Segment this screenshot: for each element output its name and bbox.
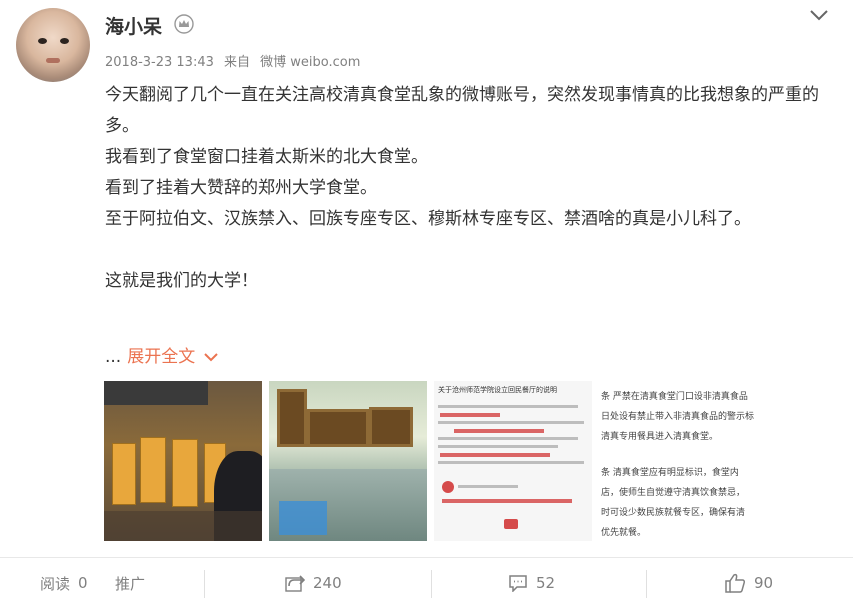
post-time[interactable]: 2018-3-23 13:43 — [105, 55, 214, 70]
post-paragraph: 今天翻阅了几个一直在关注高校清真食堂乱象的微博账号，突然发现事情真的比我想象的严… — [105, 85, 819, 136]
comment-button[interactable]: 52 — [508, 558, 555, 608]
photo-thumbnail[interactable]: 条 严禁在清真食堂门口设非清真食品 日处设有禁止带入非清真食品的警示标 清真专用… — [599, 381, 759, 541]
read-count: 阅读 0 — [40, 558, 88, 608]
photo-text-line: 店，使师生自觉遵守清真饮食禁忌， — [601, 488, 746, 498]
avatar[interactable] — [16, 8, 90, 82]
post-paragraph: 我看到了食堂窗口挂着太斯米的北大食堂。 — [105, 147, 428, 167]
expand-full-text-link[interactable]: 展开全文 — [127, 343, 195, 371]
expand-row: ... 展开全文 — [105, 343, 219, 371]
photo-thumbnail[interactable] — [269, 381, 427, 541]
repost-button[interactable]: 240 — [285, 558, 342, 608]
post-paragraph: 这就是我们的大学！ — [105, 271, 258, 291]
member-crown-icon[interactable] — [174, 14, 194, 34]
repost-count: 240 — [313, 574, 342, 592]
photo-text-line: 优先就餐。 — [601, 528, 647, 538]
repost-icon — [285, 575, 305, 592]
post-meta: 2018-3-23 13:43 来自 微博 weibo.com — [105, 51, 366, 70]
photo-text-line: 日处设有禁止带入非清真食品的警示标 — [601, 412, 755, 422]
chevron-down-icon[interactable] — [203, 351, 219, 363]
photo-text-line: 条 严禁在清真食堂门口设非清真食品 — [601, 392, 748, 402]
read-count-value: 0 — [78, 574, 88, 592]
like-button[interactable]: 90 — [724, 558, 773, 608]
footer-separator — [204, 570, 205, 598]
comment-count: 52 — [536, 574, 556, 592]
thumbs-up-icon — [725, 573, 746, 593]
action-bar: 阅读 0 推广 240 52 90 — [0, 558, 853, 608]
chevron-down-icon[interactable] — [809, 8, 829, 22]
photo-text-line: 清真专用餐具进入清真食堂。 — [601, 432, 719, 442]
photo-caption: 关于沧州师范学院设立回民餐厅的说明 — [438, 386, 557, 394]
post-from-label: 来自 — [224, 55, 251, 70]
username[interactable]: 海小呆 — [105, 12, 162, 39]
comment-icon — [509, 575, 527, 592]
photo-thumbnail[interactable] — [104, 381, 262, 541]
post-paragraph: 看到了挂着大赞辞的郑州大学食堂。 — [105, 178, 377, 198]
ellipsis: ... — [105, 347, 122, 367]
post-content: 今天翻阅了几个一直在关注高校清真食堂乱象的微博账号，突然发现事情真的比我想象的严… — [105, 80, 830, 297]
post-source[interactable]: 微博 weibo.com — [260, 55, 360, 70]
photo-thumbnail[interactable]: 关于沧州师范学院设立回民餐厅的说明 — [434, 381, 592, 541]
like-count: 90 — [754, 574, 774, 592]
avatar-eye — [60, 38, 69, 44]
photo-text-line: 条 清真食堂应有明显标识，食堂内 — [601, 468, 739, 478]
footer-separator — [431, 570, 432, 598]
avatar-eye — [38, 38, 47, 44]
post-paragraph: 至于阿拉伯文、汉族禁入、回族专座专区、穆斯林专座专区、禁酒啥的真是小儿科了。 — [105, 209, 751, 229]
promote-button[interactable]: 推广 — [115, 558, 145, 608]
read-label: 阅读 — [40, 574, 71, 593]
avatar-mouth — [46, 58, 60, 63]
photo-text-line: 时可设少数民族就餐专区，确保有清 — [601, 508, 746, 518]
footer-separator — [646, 570, 647, 598]
